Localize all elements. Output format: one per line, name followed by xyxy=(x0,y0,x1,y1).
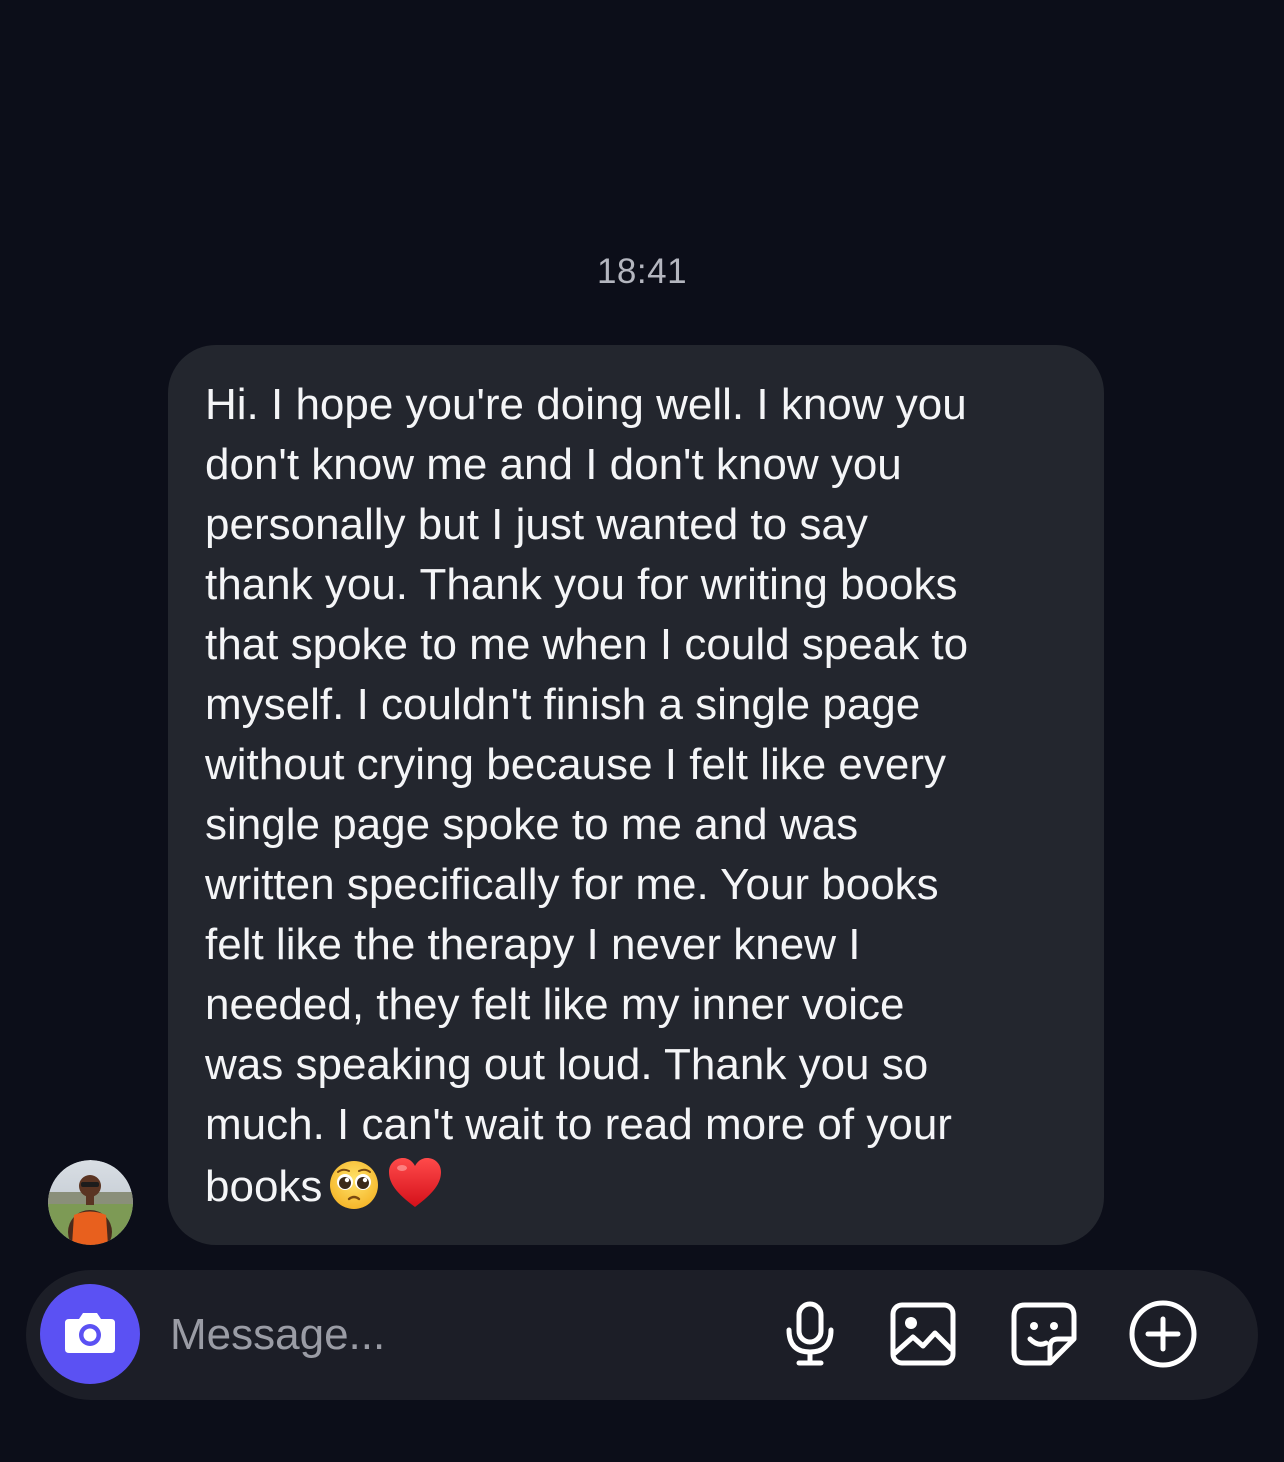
message-line: without crying because I felt like every xyxy=(205,740,947,789)
message-line: felt like the therapy I never knew I xyxy=(205,920,861,969)
message-line: myself. I couldn't finish a single page xyxy=(205,680,921,729)
gallery-icon xyxy=(889,1301,957,1372)
message-line: single page spoke to me and was xyxy=(205,800,859,849)
more-options-button[interactable] xyxy=(1127,1300,1199,1372)
message-composer xyxy=(26,1270,1258,1400)
message-last-line: books xyxy=(205,1155,1068,1227)
pleading-face-emoji xyxy=(328,1159,380,1227)
microphone-icon xyxy=(780,1300,840,1373)
message-line: needed, they felt like my inner voice xyxy=(205,980,905,1029)
voice-message-button[interactable] xyxy=(774,1300,846,1372)
sender-avatar[interactable] xyxy=(48,1160,133,1245)
message-line: thank you. Thank you for writing books xyxy=(205,560,958,609)
received-message-bubble[interactable]: Hi. I hope you're doing well. I know you… xyxy=(168,345,1104,1245)
camera-icon xyxy=(61,1307,119,1362)
camera-button[interactable] xyxy=(40,1284,140,1384)
message-line: that spoke to me when I could speak to xyxy=(205,620,969,669)
sticker-icon xyxy=(1010,1301,1078,1372)
sticker-button[interactable] xyxy=(1008,1300,1080,1372)
message-line: books xyxy=(205,1162,323,1211)
message-line: written specifically for me. Your books xyxy=(205,860,939,909)
message-line: Hi. I hope you're doing well. I know you xyxy=(205,380,967,429)
message-timestamp: 18:41 xyxy=(596,252,688,291)
message-line: was speaking out loud. Thank you so xyxy=(205,1040,929,1089)
chat-screen: 18:41 Hi. I hope you're doing well. I kn… xyxy=(0,0,1284,1462)
red-heart-emoji xyxy=(386,1155,444,1227)
message-line: don't know me and I don't know you xyxy=(205,440,902,489)
gallery-button[interactable] xyxy=(887,1300,959,1372)
message-input[interactable] xyxy=(170,1305,730,1365)
add-icon xyxy=(1128,1299,1198,1374)
message-line: much. I can't wait to read more of your xyxy=(205,1100,952,1149)
message-line: personally but I just wanted to say xyxy=(205,500,868,549)
message-text: Hi. I hope you're doing well. I know you… xyxy=(205,375,1068,1227)
